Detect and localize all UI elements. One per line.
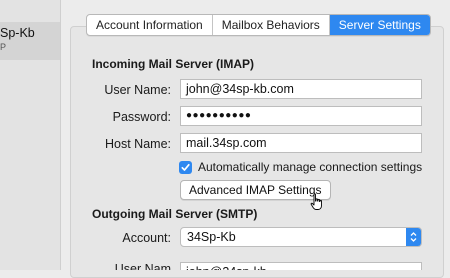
user-name-field[interactable]: john@34sp-kb.com <box>180 79 422 99</box>
checkmark-icon <box>181 163 190 171</box>
account-label: Account: <box>122 231 171 245</box>
auto-manage-checkbox[interactable] <box>179 160 192 174</box>
smtp-user-name-label-partial: User Nam <box>114 262 171 270</box>
tab-account-information[interactable]: Account Information <box>87 15 213 35</box>
password-label: Password: <box>112 110 171 124</box>
outgoing-section-title: Outgoing Mail Server (SMTP) <box>92 207 258 221</box>
user-name-label: User Name: <box>104 83 171 97</box>
smtp-user-name-field-partial[interactable]: john@34sp-kb <box>180 262 422 270</box>
sidebar-account-name: Sp-Kb <box>0 26 35 40</box>
preferences-tab-bar: Account Information Mailbox Behaviors Se… <box>86 14 431 36</box>
advanced-imap-settings-button[interactable]: Advanced IMAP Settings <box>180 180 331 200</box>
auto-manage-row: Automatically manage connection settings <box>179 159 422 175</box>
hand-pointer-cursor-icon <box>310 193 322 210</box>
smtp-account-value: 34Sp-Kb <box>187 230 236 244</box>
sidebar-account-item[interactable]: Sp-Kb P <box>0 22 60 60</box>
chevron-updown-icon <box>406 228 421 246</box>
sidebar-account-subtitle: P <box>0 42 7 52</box>
account-sidebar: Sp-Kb P <box>0 0 61 270</box>
host-name-label: Host Name: <box>105 137 171 151</box>
host-name-field[interactable]: mail.34sp.com <box>180 133 422 153</box>
password-field[interactable]: ●●●●●●●●●● <box>180 106 422 126</box>
smtp-account-select[interactable]: 34Sp-Kb <box>180 227 422 247</box>
tab-server-settings[interactable]: Server Settings <box>329 15 430 35</box>
auto-manage-label[interactable]: Automatically manage connection settings <box>198 160 422 174</box>
tab-mailbox-behaviors[interactable]: Mailbox Behaviors <box>213 15 330 35</box>
incoming-section-title: Incoming Mail Server (IMAP) <box>92 57 255 71</box>
